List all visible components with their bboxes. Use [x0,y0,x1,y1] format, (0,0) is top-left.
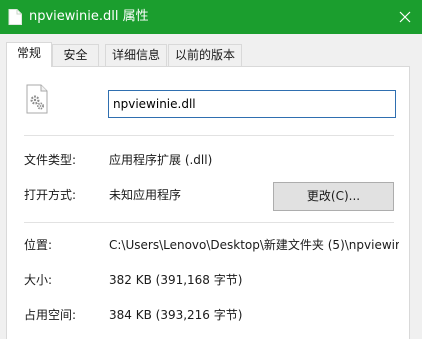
close-button[interactable] [388,0,422,34]
dll-file-gear-icon [26,84,48,114]
file-name-input[interactable] [108,90,396,118]
divider [24,135,394,136]
tab-general[interactable]: 常规 [6,42,52,67]
size-value: 382 KB (391,168 字节) [109,273,243,287]
file-type-value: 应用程序扩展 (.dll) [109,153,213,167]
window-title: npviewinie.dll 属性 [29,9,149,24]
properties-dialog: npviewinie.dll 属性 常规 安全 详细信息 以前的版本 文件类型:… [0,0,422,339]
opens-with-label: 打开方式: [24,188,77,202]
opens-with-value: 未知应用程序 [109,188,182,202]
close-icon [399,11,411,23]
location-value: C:\Users\Lenovo\Desktop\新建文件夹 (5)\npview… [109,238,399,252]
change-button[interactable]: 更改(C)... [273,182,394,211]
file-type-label: 文件类型: [24,153,77,167]
title-bar[interactable]: npviewinie.dll 属性 [0,0,422,34]
divider [24,222,394,223]
size-on-disk-value: 384 KB (393,216 字节) [109,308,243,322]
size-label: 大小: [24,273,53,287]
location-label: 位置: [24,238,53,252]
document-icon [8,9,22,25]
size-on-disk-label: 占用空间: [24,308,77,322]
tab-security[interactable]: 安全 [52,44,99,66]
tab-previous-versions[interactable]: 以前的版本 [168,44,242,66]
tab-strip: 常规 安全 详细信息 以前的版本 [6,42,416,67]
tab-details[interactable]: 详细信息 [105,44,167,66]
